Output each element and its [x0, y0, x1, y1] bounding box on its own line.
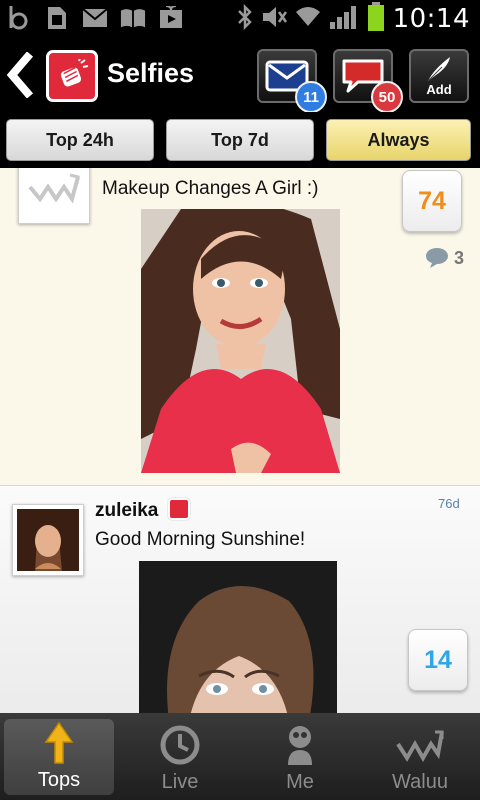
waluu-logo-icon: [28, 173, 80, 203]
selfies-feed[interactable]: Makeup Changes A Girl :) 74 3 zuleika 76…: [0, 168, 480, 713]
messages-count-badge: 11: [295, 81, 327, 113]
messages-button[interactable]: 11: [257, 49, 327, 113]
post-comments[interactable]: 3: [424, 246, 464, 270]
selfies-app-logo[interactable]: [46, 50, 98, 102]
tops-icon: [44, 722, 74, 764]
post-score[interactable]: 74: [402, 170, 462, 232]
post-card[interactable]: zuleika 76d Good Morning Sunshine! 14 2: [0, 486, 480, 713]
post-username[interactable]: zuleika: [95, 500, 158, 522]
nav-live[interactable]: Live: [120, 713, 240, 800]
clock-icon: [160, 725, 200, 765]
signal-icon: [329, 4, 359, 35]
bottom-navigation: Tops Live Me Waluu: [0, 713, 480, 800]
add-button[interactable]: Add: [409, 49, 469, 103]
post-photo[interactable]: [141, 209, 340, 473]
nav-me[interactable]: Me: [240, 713, 360, 800]
waluu-icon: [396, 730, 444, 762]
page-title: Selfies: [107, 58, 195, 88]
selfie-badge-icon: [168, 498, 190, 520]
nav-waluu[interactable]: Waluu: [360, 713, 480, 800]
post-age: 76d: [438, 496, 460, 511]
back-arrow-icon: [6, 51, 34, 99]
comment-count: 3: [454, 247, 465, 268]
post-score[interactable]: 14: [408, 629, 468, 691]
tab-always[interactable]: Always: [326, 119, 471, 161]
feather-icon: [427, 57, 450, 82]
action-bar: Selfies 11 50 Add: [0, 38, 480, 113]
notifications-button[interactable]: 50: [333, 49, 403, 113]
back-button[interactable]: [6, 51, 36, 99]
battery-icon: [367, 1, 385, 37]
tab-top-24h[interactable]: Top 24h: [6, 119, 154, 161]
post-title: Makeup Changes A Girl :): [102, 178, 319, 199]
person-icon: [288, 726, 312, 765]
comment-bubble-icon: [426, 248, 448, 268]
user-avatar[interactable]: [12, 504, 84, 576]
tab-top-7d[interactable]: Top 7d: [166, 119, 314, 161]
fist-icon: [60, 59, 89, 87]
nav-tops[interactable]: Tops: [4, 719, 114, 795]
post-avatar[interactable]: [18, 168, 90, 224]
book-icon: [120, 4, 146, 32]
post-title: Good Morning Sunshine!: [95, 529, 306, 550]
sim-icon: [44, 4, 70, 32]
nav-tops-label: Tops: [37, 769, 81, 791]
mail-icon: [82, 4, 108, 32]
nav-live-label: Live: [161, 771, 199, 793]
period-tabs: Top 24h Top 7d Always: [0, 112, 480, 168]
status-bar: 10:14: [0, 0, 480, 38]
nav-waluu-label: Waluu: [392, 771, 448, 793]
b-icon: [6, 4, 32, 32]
post-card[interactable]: Makeup Changes A Girl :) 74 3: [0, 168, 480, 486]
bluetooth-icon: [237, 3, 253, 35]
add-button-label: Add: [426, 82, 452, 97]
play-store-icon: [158, 4, 184, 32]
clock-time: 10:14: [392, 4, 470, 34]
wifi-icon: [295, 6, 321, 33]
nav-me-label: Me: [286, 771, 314, 793]
notifications-count-badge: 50: [371, 81, 403, 113]
post-photo[interactable]: [139, 561, 337, 713]
mute-icon: [261, 5, 287, 34]
